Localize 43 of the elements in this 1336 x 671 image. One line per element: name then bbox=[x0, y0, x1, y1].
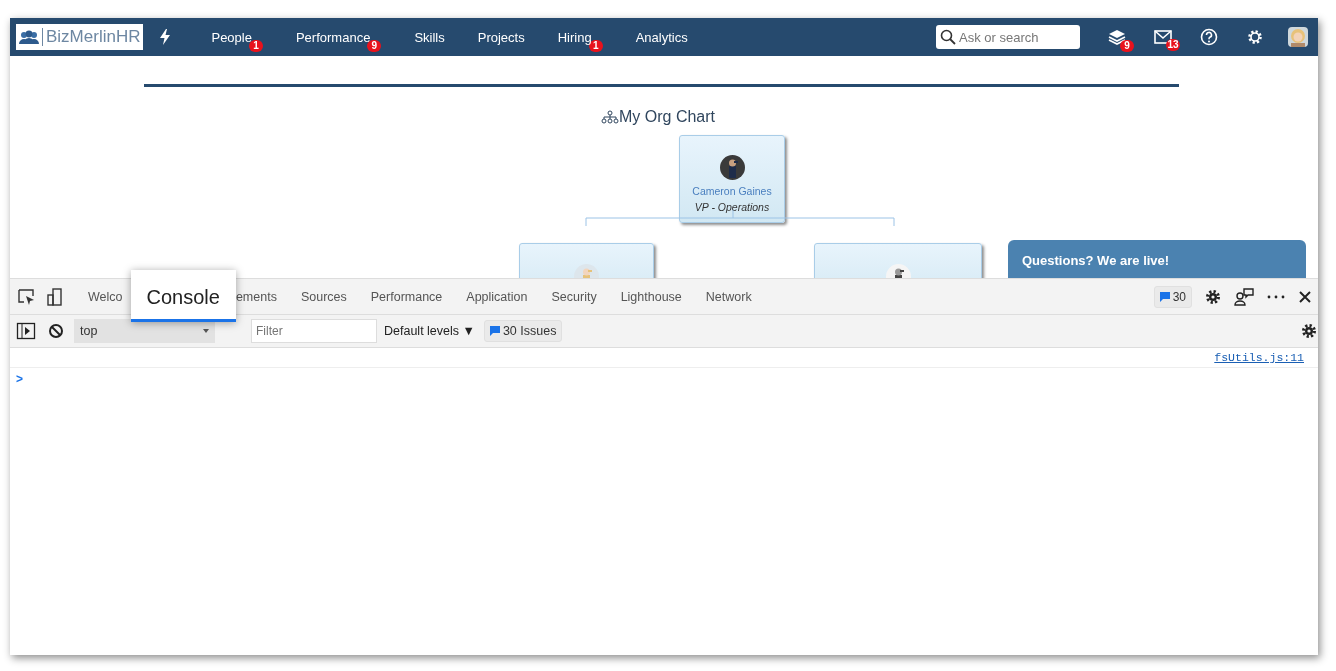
message-icon bbox=[489, 326, 500, 336]
chart-title: My Org Chart bbox=[619, 108, 715, 126]
nav-item[interactable]: Skills bbox=[414, 29, 445, 45]
job-title: VP - Operations bbox=[694, 201, 770, 213]
logo[interactable]: BizMerlinHR bbox=[16, 24, 144, 50]
search-field[interactable]: Ask or search bbox=[936, 25, 1080, 49]
close-icon[interactable] bbox=[1298, 289, 1312, 304]
count-badge: 13 bbox=[1166, 39, 1180, 51]
source-link[interactable]: fsUtils.js:11 bbox=[1214, 351, 1304, 364]
issues-button[interactable]: 30 Issues bbox=[483, 320, 563, 342]
org-chart-icon bbox=[601, 110, 619, 124]
lightning-icon[interactable] bbox=[159, 29, 172, 45]
sidebar-icon[interactable] bbox=[16, 322, 36, 340]
console-prompt[interactable]: > bbox=[16, 372, 23, 386]
org-card[interactable]: Cameron Gaines VP - Operations bbox=[679, 135, 785, 223]
settings-icon[interactable] bbox=[1300, 322, 1318, 340]
devtools-tab[interactable]: Application bbox=[454, 289, 540, 304]
devtools-tab[interactable]: Network bbox=[693, 289, 764, 304]
settings-icon[interactable] bbox=[1204, 287, 1222, 306]
nav-item[interactable]: Analytics bbox=[635, 29, 688, 45]
feedback-icon[interactable] bbox=[1234, 287, 1254, 306]
clear-icon[interactable] bbox=[48, 323, 64, 339]
message-icon bbox=[1159, 291, 1170, 302]
issues-counter[interactable]: 30 bbox=[1153, 285, 1192, 308]
context-select[interactable]: top bbox=[74, 319, 215, 343]
people-icon bbox=[19, 30, 39, 44]
layers-icon[interactable] bbox=[1108, 29, 1126, 45]
more-icon[interactable] bbox=[1266, 293, 1286, 300]
devtools-tab[interactable]: Security bbox=[539, 289, 609, 304]
caret-icon bbox=[203, 329, 209, 333]
employee-name[interactable]: Cameron Gaines bbox=[692, 185, 772, 197]
filter-field[interactable]: Filter bbox=[251, 319, 377, 343]
chat-widget[interactable]: Questions? We are live! bbox=[1008, 240, 1306, 278]
devtools-tab[interactable]: ements bbox=[235, 289, 289, 304]
nav-item[interactable]: Projects bbox=[477, 29, 525, 45]
levels-dropdown[interactable]: Default levels ▼ bbox=[384, 324, 475, 338]
devtools-tab[interactable]: Performance bbox=[358, 289, 455, 304]
devtools-tab[interactable]: Lighthouse bbox=[608, 289, 694, 304]
devtools-tab[interactable]: Sources bbox=[288, 289, 359, 304]
settings-icon[interactable] bbox=[1246, 28, 1264, 46]
count-badge: 9 bbox=[1120, 40, 1134, 52]
help-icon[interactable] bbox=[1200, 28, 1218, 46]
devtools-tab[interactable]: Console bbox=[130, 269, 236, 322]
